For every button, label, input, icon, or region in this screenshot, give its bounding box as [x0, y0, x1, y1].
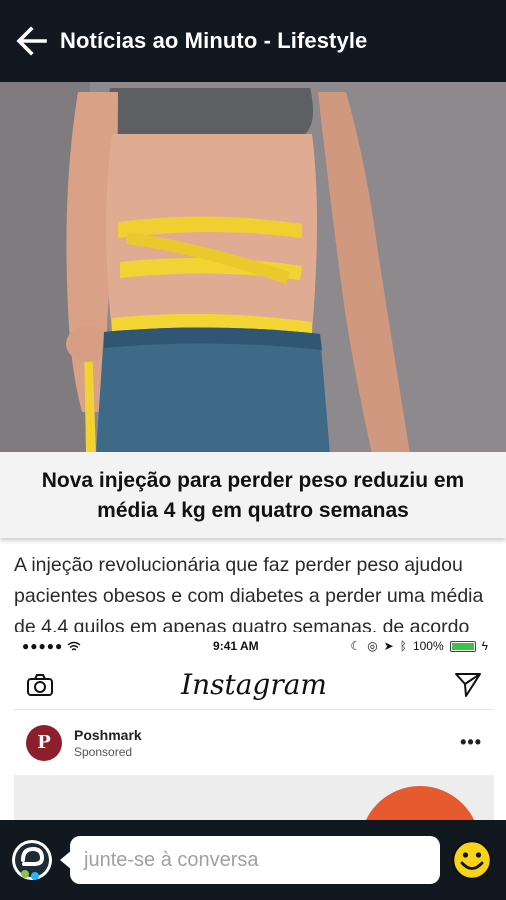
embed-nav-bar: Instagram	[14, 660, 494, 710]
article-content[interactable]: Nova injeção para perder peso reduziu em…	[0, 82, 506, 820]
bluetooth-icon: ᛒ	[399, 639, 407, 653]
app-logo-icon	[12, 840, 52, 880]
orange-shape	[360, 786, 480, 820]
headline-card: Nova injeção para perder peso reduziu em…	[0, 452, 506, 538]
battery-icon	[449, 640, 476, 652]
page-title: Notícias ao Minuto - Lifestyle	[60, 28, 368, 53]
app-logo-button[interactable]	[8, 836, 56, 884]
signal-dots: ●●●●●	[22, 639, 64, 653]
more-options-icon: •••	[460, 732, 482, 752]
arrow-left-icon	[16, 26, 47, 56]
chat-input[interactable]: junte-se à conversa	[60, 836, 440, 884]
bottom-chat-bar: junte-se à conversa	[0, 820, 506, 900]
charging-icon: ϟ	[481, 639, 488, 653]
app-bar: Notícias ao Minuto - Lifestyle	[0, 0, 506, 82]
signal-indicator: ●●●●●	[22, 639, 81, 653]
account-name: Poshmark	[74, 726, 142, 743]
embed-status-bar: ●●●●● 9:41 AM ☾ ◎ ➤ ᛒ 100% ϟ	[14, 632, 494, 660]
embed-time: 9:41 AM	[213, 639, 259, 653]
lock-rotation-icon: ◎	[367, 639, 378, 653]
location-icon: ➤	[383, 639, 394, 653]
send-icon	[455, 672, 481, 697]
camera-icon	[27, 673, 53, 696]
instagram-embed: ●●●●● 9:41 AM ☾ ◎ ➤ ᛒ 100% ϟ Instagram P…	[14, 632, 494, 820]
moon-icon: ☾	[350, 639, 362, 653]
article-hero-image	[0, 82, 506, 454]
battery-percent: 100%	[412, 639, 444, 653]
instagram-logo: Instagram	[181, 668, 327, 701]
sponsored-label: Sponsored	[74, 744, 133, 759]
back-button[interactable]	[0, 9, 64, 73]
wifi-icon	[67, 641, 81, 651]
embed-post-image	[14, 776, 494, 820]
article-headline: Nova injeção para perder peso reduziu em…	[41, 469, 465, 522]
emoji-button[interactable]	[450, 838, 494, 882]
embed-post-header: P Poshmark Sponsored •••	[14, 710, 494, 776]
poshmark-avatar: P	[26, 724, 62, 761]
smiley-icon	[451, 839, 493, 881]
status-icons: ☾ ◎ ➤ ᛒ 100% ϟ	[350, 639, 488, 653]
